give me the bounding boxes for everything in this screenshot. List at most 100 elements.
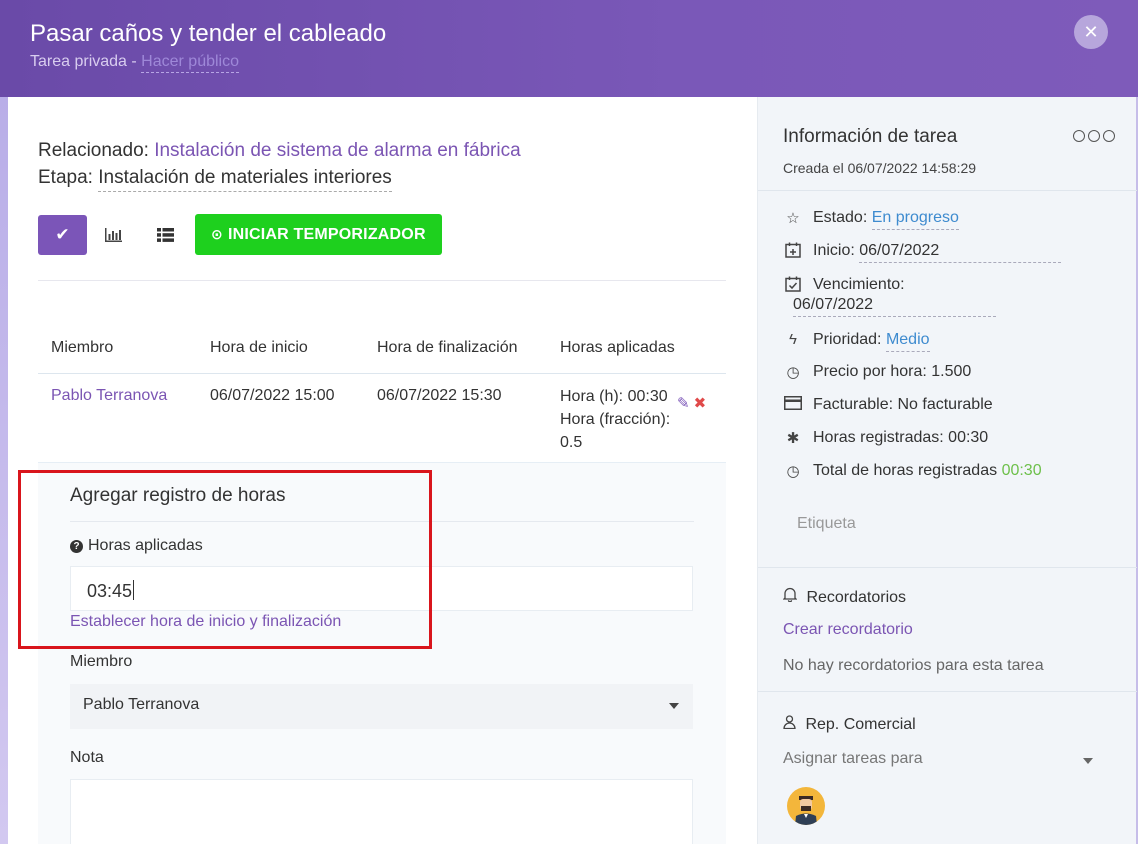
priority-value[interactable]: Medio (885, 331, 930, 352)
logged-hours: Horas registradas: 00:30 (813, 429, 989, 446)
total-logged-row: ◷ Total de horas registradas 00:30 (783, 462, 1042, 480)
text-caret (133, 580, 135, 600)
task-title: Pasar caños y tender el cableado (30, 20, 387, 47)
visibility-label: Tarea privada - (30, 53, 142, 70)
priority-label: Prioridad: (813, 331, 882, 348)
form-title: Agregar registro de horas (70, 485, 286, 506)
hourly-price-row: ◷ Precio por hora: 1.500 (783, 363, 971, 381)
clock-icon: ◷ (786, 364, 800, 381)
timesheet-list-button[interactable] (139, 215, 191, 255)
bell-icon (782, 587, 801, 606)
status-row: ☆ Estado: En progreso (783, 209, 959, 230)
timesheet-header: Miembro Hora de inicio Hora de finalizac… (38, 329, 726, 373)
due-value-row: 06/07/2022 (793, 296, 996, 317)
due-label: Vencimiento: (813, 276, 905, 293)
list-icon (156, 227, 174, 242)
hours-fraction-value: 0.5 (560, 434, 583, 451)
header-member: Miembro (51, 339, 114, 356)
member-select[interactable]: Pablo Terranova (70, 684, 693, 729)
mark-complete-button[interactable]: ✔ (38, 214, 87, 255)
start-timer-label: INICIAR TEMPORIZADOR (227, 225, 426, 243)
backdrop (0, 96, 8, 844)
star-half-icon: ☆ (786, 210, 800, 227)
created-date: Creada el 06/07/2022 14:58:29 (783, 160, 977, 176)
row-actions: ✎ ✖ (677, 394, 706, 412)
stage-value[interactable]: Instalación de materiales interiores (98, 167, 392, 192)
start-timer-button[interactable]: ⊙ INICIAR TEMPORIZADOR (195, 214, 442, 255)
member-label: Miembro (70, 653, 133, 670)
check-icon: ✔ (55, 224, 70, 244)
calendar-plus-icon (783, 242, 803, 262)
divider (758, 691, 1137, 692)
divider (758, 567, 1137, 568)
due-row: Vencimiento: (783, 276, 905, 296)
clock-icon: ⊙ (211, 226, 223, 242)
bolt-icon: ϟ (789, 331, 797, 348)
divider (758, 190, 1137, 191)
row-start: 06/07/2022 15:00 (210, 387, 335, 404)
start-row: Inicio: 06/07/2022 (783, 242, 1062, 263)
related-link[interactable]: Instalación de sistema de alarma en fábr… (154, 140, 520, 161)
hours-fraction-label: Hora (fracción): (560, 411, 671, 428)
note-textarea[interactable] (70, 779, 693, 844)
member-link[interactable]: Pablo Terranova (51, 387, 167, 404)
reminders-title-text: Recordatorios (806, 589, 907, 606)
stats-button[interactable] (87, 215, 139, 255)
billable-row: Facturable: No facturable (783, 396, 993, 414)
set-start-end-link[interactable]: Establecer hora de inicio y finalización (70, 613, 341, 631)
clock-icon: ◷ (786, 463, 800, 480)
total-logged-label: Total de horas registradas (813, 462, 998, 479)
calendar-check-icon (783, 276, 803, 296)
row-hours: Hora (h): 00:30 Hora (fracción): 0.5 (560, 385, 670, 454)
no-reminders-text: No hay recordatorios para esta tarea (783, 657, 1044, 674)
hourly-price: Precio por hora: 1.500 (813, 363, 972, 380)
header-start: Hora de inicio (210, 339, 308, 356)
task-info-panel: Información de tarea Creada el 06/07/202… (757, 97, 1137, 844)
task-visibility: Tarea privada - Hacer público (30, 53, 239, 73)
status-label: Estado: (813, 209, 868, 226)
make-public-link[interactable]: Hacer público (141, 53, 239, 73)
stage-label: Etapa: (38, 167, 99, 188)
reminders-title: Recordatorios (782, 587, 907, 607)
logged-hours-row: ✱ Horas registradas: 00:30 (783, 429, 989, 447)
table-row: Pablo Terranova 06/07/2022 15:00 06/07/2… (38, 373, 726, 462)
edit-icon[interactable]: ✎ (677, 394, 690, 412)
delete-icon[interactable]: ✖ (694, 394, 707, 412)
create-reminder-link[interactable]: Crear recordatorio (783, 621, 913, 639)
row-member: Pablo Terranova (51, 387, 167, 405)
sales-rep-title-text: Rep. Comercial (805, 716, 916, 733)
hours-label-text: Horas aplicadas (88, 537, 203, 554)
note-label: Nota (70, 749, 104, 766)
hours-label: ? Horas aplicadas (70, 537, 203, 555)
billable: Facturable: No facturable (813, 396, 993, 413)
tag-input[interactable]: Etiqueta (797, 515, 856, 533)
hours-h: Hora (h): 00:30 (560, 388, 668, 405)
task-main-panel: Relacionado: Instalación de sistema de a… (8, 97, 757, 844)
start-value[interactable]: 06/07/2022 (859, 242, 1062, 263)
hours-input[interactable]: 03:45 (70, 566, 693, 611)
user-icon (783, 715, 800, 733)
stage-info: Etapa: Instalación de materiales interio… (38, 167, 392, 192)
form-divider (70, 521, 694, 522)
asterisk-icon: ✱ (786, 430, 800, 447)
bar-chart-icon (105, 227, 122, 242)
assign-select[interactable]: Asignar tareas para (783, 750, 923, 768)
task-modal: Pasar caños y tender el cableado Tarea p… (0, 0, 1138, 844)
total-logged-value: 00:30 (1001, 462, 1042, 479)
close-icon: ✕ (1083, 21, 1099, 42)
task-toolbar: ✔ ⊙ INICIAR TEMPORIZADOR (38, 214, 442, 255)
status-value[interactable]: En progreso (871, 209, 959, 230)
modal-header: Pasar caños y tender el cableado Tarea p… (0, 0, 1138, 97)
priority-row: ϟ Prioridad: Medio (783, 331, 930, 352)
question-icon[interactable]: ? (70, 540, 83, 553)
header-end: Hora de finalización (377, 339, 518, 356)
avatar[interactable] (787, 787, 825, 825)
due-value[interactable]: 06/07/2022 (793, 296, 996, 317)
close-button[interactable]: ✕ (1074, 15, 1108, 49)
sales-rep-title: Rep. Comercial (783, 715, 916, 734)
more-options-icon[interactable] (1073, 130, 1115, 142)
hours-input-value: 03:45 (87, 581, 133, 601)
header-hours: Horas aplicadas (560, 339, 675, 356)
add-timesheet-form: Agregar registro de horas ? Horas aplicad… (38, 462, 726, 844)
member-select-value: Pablo Terranova (83, 696, 200, 713)
